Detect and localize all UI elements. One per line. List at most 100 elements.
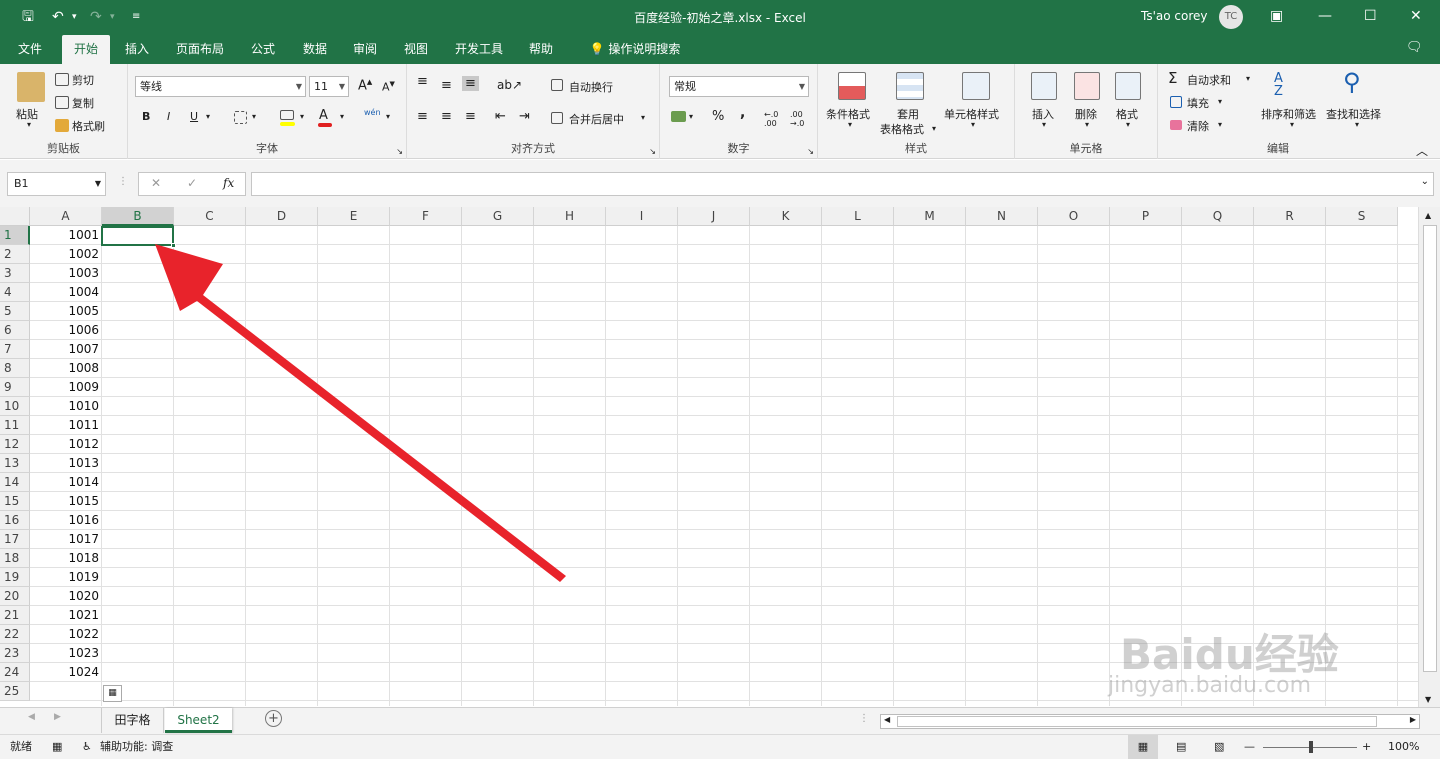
align-left-icon[interactable]: ≡: [417, 109, 428, 124]
decrease-font-icon[interactable]: A▼: [382, 80, 395, 94]
sort-filter-button[interactable]: 排序和筛选: [1261, 106, 1316, 122]
enter-icon[interactable]: ✓: [187, 176, 197, 190]
fill-button[interactable]: 填充: [1187, 95, 1209, 111]
cell-styles-dropdown-icon[interactable]: ▾: [971, 120, 975, 129]
alignment-launcher-icon[interactable]: ↘: [649, 147, 656, 156]
comments-icon[interactable]: 🗨: [1406, 40, 1423, 55]
avatar[interactable]: TC: [1219, 5, 1243, 29]
phonetic-dropdown-icon[interactable]: ▾: [386, 112, 390, 121]
macro-record-icon[interactable]: ▦: [52, 735, 62, 759]
cancel-icon[interactable]: ✕: [151, 176, 161, 190]
tab-formulas[interactable]: 公式: [242, 35, 284, 64]
format-cells-icon[interactable]: [1115, 72, 1141, 100]
tab-insert[interactable]: 插入: [116, 35, 158, 64]
merge-dropdown-icon[interactable]: ▾: [641, 113, 645, 122]
font-color-icon[interactable]: A: [319, 108, 328, 123]
zoom-out-icon[interactable]: —: [1244, 735, 1255, 759]
user-name[interactable]: Ts'ao corey: [1141, 9, 1208, 23]
comma-button[interactable]: ,: [740, 105, 745, 121]
wrap-text-button[interactable]: 自动换行: [569, 79, 613, 95]
fill-color-icon[interactable]: [280, 110, 294, 120]
delete-dropdown-icon[interactable]: ▾: [1085, 120, 1089, 129]
number-launcher-icon[interactable]: ↘: [807, 147, 814, 156]
tab-home[interactable]: 开始: [62, 35, 110, 64]
horizontal-scrollbar[interactable]: ◀ ▶: [880, 714, 1420, 729]
paste-dropdown-icon[interactable]: ▾: [27, 120, 31, 129]
zoom-slider-thumb[interactable]: [1309, 741, 1313, 753]
expand-formula-icon[interactable]: ⌄: [1421, 176, 1429, 187]
align-middle-icon[interactable]: ≡: [441, 78, 452, 93]
prev-sheet-icon[interactable]: ◀: [28, 712, 35, 722]
tab-review[interactable]: 审阅: [344, 35, 386, 64]
tab-split-handle[interactable]: ⋮: [859, 713, 869, 724]
add-sheet-icon[interactable]: +: [265, 710, 282, 727]
conditional-dropdown-icon[interactable]: ▾: [848, 120, 852, 129]
sheet-tab-tianzige[interactable]: 田字格: [101, 708, 164, 733]
autosum-dropdown-icon[interactable]: ▾: [1246, 74, 1250, 83]
percent-button[interactable]: %: [712, 109, 724, 124]
tab-view[interactable]: 视图: [395, 35, 437, 64]
borders-dropdown-icon[interactable]: ▾: [252, 112, 256, 121]
increase-font-icon[interactable]: A▲: [358, 78, 372, 93]
increase-decimal-icon[interactable]: ←.0.00: [764, 110, 778, 128]
page-layout-view-icon[interactable]: ▤: [1176, 735, 1186, 759]
format-painter-button[interactable]: 格式刷: [72, 118, 105, 134]
clear-button[interactable]: 清除: [1187, 118, 1209, 134]
align-right-icon[interactable]: ≡: [465, 109, 476, 124]
maximize-icon[interactable]: ☐: [1364, 8, 1377, 24]
merge-center-button[interactable]: 合并后居中: [569, 111, 624, 127]
scroll-down-icon[interactable]: ▼: [1425, 695, 1431, 704]
zoom-in-icon[interactable]: +: [1362, 735, 1371, 759]
paste-icon[interactable]: [17, 72, 45, 102]
accessibility-status[interactable]: 辅助功能: 调查: [100, 735, 173, 759]
font-size-combo[interactable]: 11 ▼: [309, 76, 349, 97]
format-table-icon[interactable]: [896, 72, 924, 100]
find-icon[interactable]: ⚲: [1343, 68, 1361, 96]
vertical-scroll-thumb[interactable]: [1423, 225, 1437, 672]
underline-dropdown-icon[interactable]: ▾: [206, 112, 210, 121]
worksheet-grid[interactable]: ABCDEFGHIJKLMNOPQRS 1 1001 2 1002 3 1003 4 1004…: [0, 207, 1440, 707]
formula-input[interactable]: ⌄: [251, 172, 1434, 196]
format-dropdown-icon[interactable]: ▾: [1126, 120, 1130, 129]
sort-filter-icon[interactable]: AZ: [1274, 72, 1283, 98]
fill-color-dropdown-icon[interactable]: ▾: [300, 112, 304, 121]
phonetic-icon[interactable]: wén: [364, 108, 381, 117]
delete-cells-icon[interactable]: [1074, 72, 1100, 100]
decrease-decimal-icon[interactable]: .00 →.0: [790, 110, 804, 128]
number-format-combo[interactable]: 常规 ▼: [669, 76, 809, 97]
scroll-up-icon[interactable]: ▲: [1425, 211, 1431, 220]
find-select-button[interactable]: 查找和选择: [1326, 106, 1381, 122]
page-break-view-icon[interactable]: ▧: [1214, 735, 1224, 759]
cell-styles-icon[interactable]: [962, 72, 990, 100]
decrease-indent-icon[interactable]: ⇤: [495, 109, 506, 124]
insert-function-icon[interactable]: fx: [223, 176, 234, 190]
format-table-line2[interactable]: 表格格式: [880, 121, 924, 137]
drag-handle-icon[interactable]: ⋮: [118, 176, 128, 187]
scroll-right-icon[interactable]: ▶: [1410, 715, 1416, 724]
clear-dropdown-icon[interactable]: ▾: [1218, 120, 1222, 129]
name-box[interactable]: B1 ▼: [7, 172, 106, 196]
horizontal-scroll-thumb[interactable]: [897, 716, 1377, 727]
tell-me-search[interactable]: 💡 操作说明搜索: [580, 35, 690, 64]
zoom-level[interactable]: 100%: [1388, 735, 1419, 759]
insert-cells-icon[interactable]: [1031, 72, 1057, 100]
align-top-icon[interactable]: ≡: [417, 74, 428, 89]
font-launcher-icon[interactable]: ↘: [396, 147, 403, 156]
insert-dropdown-icon[interactable]: ▾: [1042, 120, 1046, 129]
underline-button[interactable]: U: [190, 110, 198, 123]
tab-file[interactable]: 文件: [8, 35, 52, 64]
find-dropdown-icon[interactable]: ▾: [1355, 120, 1359, 129]
italic-button[interactable]: I: [167, 110, 170, 123]
close-icon[interactable]: ✕: [1410, 8, 1422, 24]
currency-icon[interactable]: [671, 111, 686, 122]
minimize-icon[interactable]: —: [1318, 8, 1332, 24]
font-color-dropdown-icon[interactable]: ▾: [340, 112, 344, 121]
font-name-combo[interactable]: 等线 ▼: [135, 76, 306, 97]
align-bottom-icon[interactable]: ≡: [462, 76, 479, 91]
sheet-tab-sheet2[interactable]: Sheet2: [165, 708, 232, 733]
normal-view-icon[interactable]: ▦: [1128, 735, 1158, 759]
next-sheet-icon[interactable]: ▶: [54, 712, 61, 722]
fill-dropdown-icon[interactable]: ▾: [1218, 97, 1222, 106]
ribbon-display-icon[interactable]: ▣: [1270, 8, 1283, 24]
tab-developer[interactable]: 开发工具: [446, 35, 512, 64]
